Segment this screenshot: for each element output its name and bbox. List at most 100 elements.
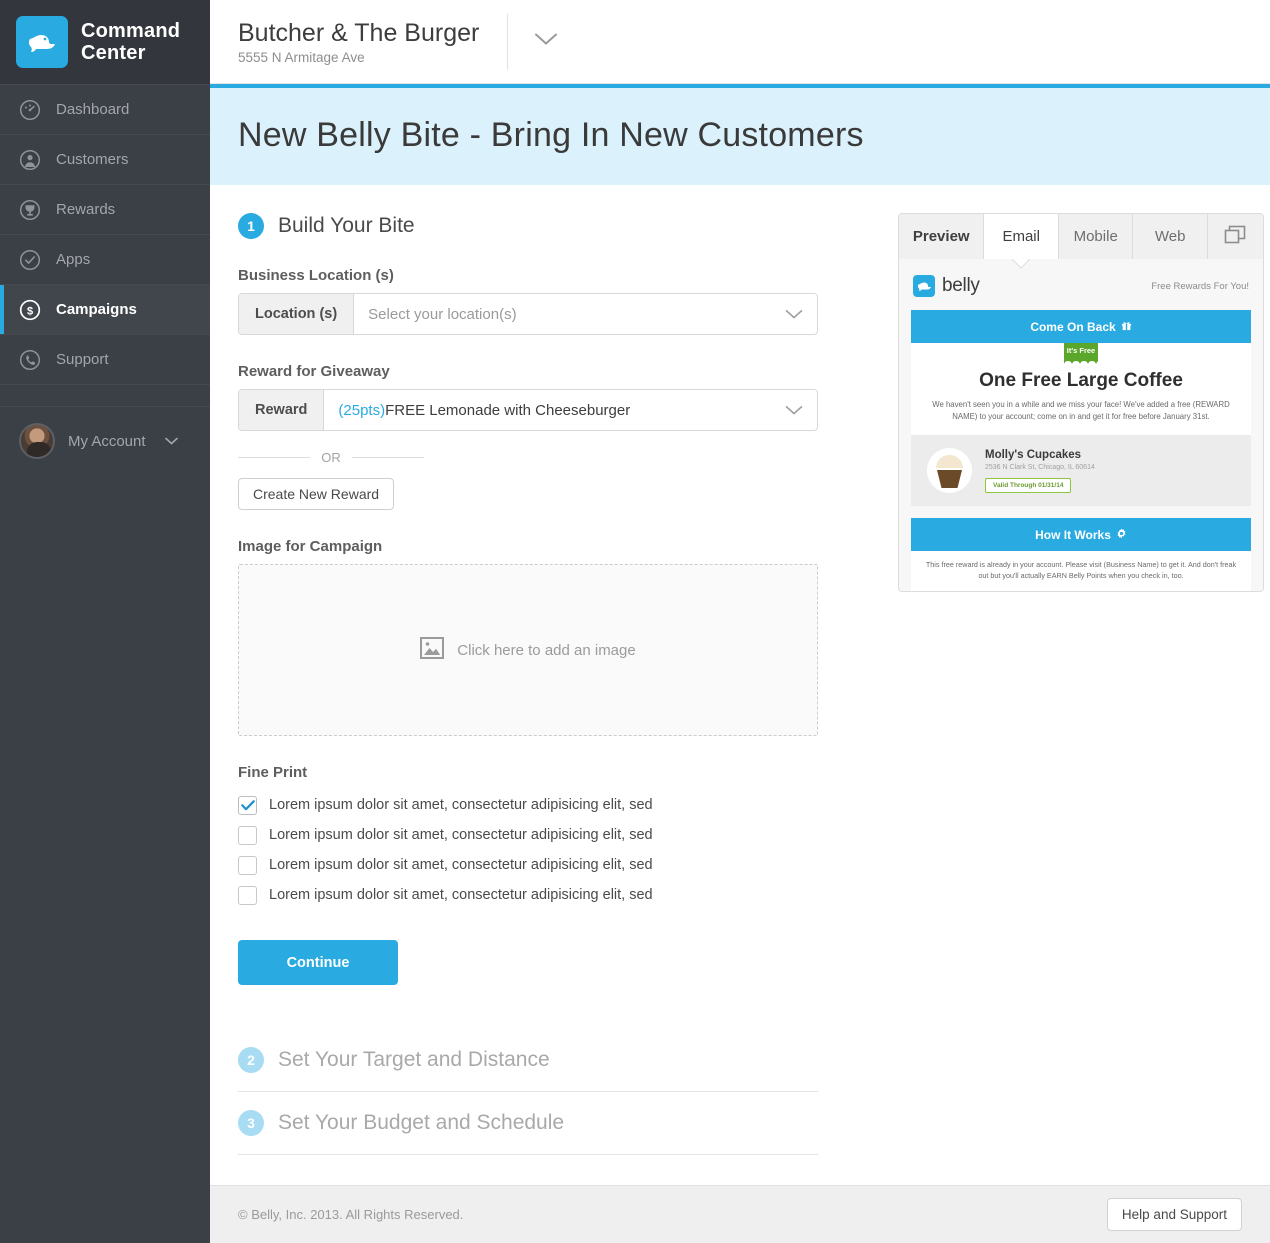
chevron-down-icon [164,432,178,450]
tab-mobile[interactable]: Mobile [1059,214,1134,259]
fine-print-text: Lorem ipsum dolor sit amet, consectetur … [269,827,653,843]
app-root: Command Center Dashboard Customers Rewar [0,0,1270,1243]
brand-title: Command Center [81,20,181,64]
store-info: Butcher & The Burger 5555 N Armitage Ave [238,18,507,65]
sidebar: Command Center Dashboard Customers Rewar [0,0,210,1243]
main-area: Butcher & The Burger 5555 N Armitage Ave… [210,0,1270,1243]
cupcake-icon [927,448,972,493]
page-footer: © Belly, Inc. 2013. All Rights Reserved.… [210,1185,1270,1243]
fine-print-text: Lorem ipsum dolor sit amet, consectetur … [269,857,653,873]
image-dropzone[interactable]: Click here to add an image [238,564,818,736]
valid-through-badge: Valid Through 01/31/14 [985,477,1072,493]
belly-logo: belly [913,275,980,297]
sidebar-item-rewards[interactable]: Rewards [0,185,210,235]
step-number: 3 [238,1110,264,1136]
reward-select[interactable]: Reward (25pts) FREE Lemonade with Cheese… [238,389,818,431]
check-circle-icon [19,249,41,271]
store-name: Butcher & The Burger [238,19,480,47]
step-number: 1 [238,213,264,239]
reward-field-label: Reward for Giveaway [238,363,390,380]
fine-print-label: Fine Print [238,764,308,781]
chevron-down-icon [785,390,817,430]
sidebar-item-apps[interactable]: Apps [0,235,210,285]
campaign-form: 1 Build Your Bite Business Location (s) … [238,213,848,1185]
or-label: OR [321,450,341,465]
email-footer-text: This free reward is already in your acco… [911,551,1251,591]
preview-tabs: Preview Email Mobile Web [899,214,1263,259]
sidebar-item-label: Dashboard [56,101,130,118]
store-address: 5555 N Armitage Ave [238,50,365,65]
email-reward-block: It's Free One Free Large Coffee We haven… [911,343,1251,435]
account-label: My Account [68,432,146,450]
brand-header: Command Center [0,0,210,84]
step-title: Set Your Target and Distance [278,1048,550,1071]
continue-button[interactable]: Continue [238,940,398,985]
chevron-down-icon [534,32,558,51]
page-banner: New Belly Bite - Bring In New Customers [210,84,1270,185]
location-select[interactable]: Location (s) Select your location(s) [238,293,818,335]
sidebar-item-dashboard[interactable]: Dashboard [0,85,210,135]
help-and-support-button[interactable]: Help and Support [1106,1198,1242,1231]
copyright-text: © Belly, Inc. 2013. All Rights Reserved. [238,1207,464,1222]
step-spacer [238,985,848,1029]
image-field-label: Image for Campaign [238,538,383,555]
email-banner-bottom-text: How It Works [1035,527,1111,542]
trophy-icon [19,199,41,221]
fine-print-checkbox[interactable] [238,855,257,875]
belly-bird-logo-icon [16,16,68,68]
topbar: Butcher & The Burger 5555 N Armitage Ave [210,0,1270,84]
email-tagline: Free Rewards For You! [1151,280,1249,292]
chevron-down-icon [785,294,817,334]
image-placeholder-icon [420,636,445,664]
email-banner-top: Come On Back [911,310,1251,343]
step-2-header[interactable]: 2 Set Your Target and Distance [238,1029,818,1092]
location-prefix-label: Location (s) [239,294,355,334]
step-3-header[interactable]: 3 Set Your Budget and Schedule [238,1092,818,1155]
sidebar-item-label: Apps [56,251,91,268]
fine-print-text: Lorem ipsum dolor sit amet, consectetur … [269,797,653,813]
belly-bird-logo-icon [913,275,935,297]
fine-print-text: Lorem ipsum dolor sit amet, consectetur … [269,887,653,903]
sidebar-item-campaigns[interactable]: $ Campaigns [0,285,210,335]
dropzone-label: Click here to add an image [457,641,636,659]
fine-print-row[interactable]: Lorem ipsum dolor sit amet, consectetur … [238,850,848,880]
location-selected-value: Select your location(s) [368,305,517,323]
email-banner-top-text: Come On Back [1030,319,1116,334]
fine-print-row[interactable]: Lorem ipsum dolor sit amet, consectetur … [238,820,848,850]
person-icon [19,149,41,171]
email-business-block: Molly's Cupcakes 2536 N Clark St, Chicag… [911,435,1251,506]
step-title: Set Your Budget and Schedule [278,1111,565,1134]
expand-preview-button[interactable] [1208,214,1263,259]
or-line-left [238,457,311,458]
preview-card: Preview Email Mobile Web belly Free Rewa… [898,213,1264,592]
windows-copy-icon [1224,225,1246,249]
fine-print-checkbox[interactable] [238,885,257,905]
preview-column: Preview Email Mobile Web belly Free Rewa… [848,213,1264,1185]
page-title: New Belly Bite - Bring In New Customers [238,116,864,154]
email-business-info: Molly's Cupcakes 2536 N Clark St, Chicag… [985,449,1095,493]
or-divider: OR [238,450,424,465]
fine-print-checkbox[interactable] [238,825,257,845]
tab-web[interactable]: Web [1133,214,1208,259]
create-new-reward-button[interactable]: Create New Reward [238,478,395,510]
gauge-icon [19,99,41,121]
reward-prefix-label: Reward [239,390,325,430]
sidebar-divider [0,385,210,407]
email-preview: belly Free Rewards For You! Come On Back… [899,259,1263,591]
tab-email[interactable]: Email [984,214,1059,259]
store-switcher-button[interactable] [508,32,584,51]
phone-icon [19,349,41,371]
account-menu[interactable]: My Account [0,407,210,475]
fine-print-row[interactable]: Lorem ipsum dolor sit amet, consectetur … [238,880,848,910]
preview-tabs-label: Preview [899,214,985,259]
sidebar-item-support[interactable]: Support [0,335,210,385]
fine-print-checkbox[interactable] [238,795,257,815]
email-reward-description: We haven't seen you in a while and we mi… [932,400,1230,421]
fine-print-row[interactable]: Lorem ipsum dolor sit amet, consectetur … [238,790,848,820]
free-ribbon-badge: It's Free [1064,343,1098,365]
step-number: 2 [238,1047,264,1073]
or-line-right [351,457,424,458]
email-header: belly Free Rewards For You! [911,271,1251,310]
sidebar-item-customers[interactable]: Customers [0,135,210,185]
sidebar-item-label: Campaigns [56,301,137,318]
